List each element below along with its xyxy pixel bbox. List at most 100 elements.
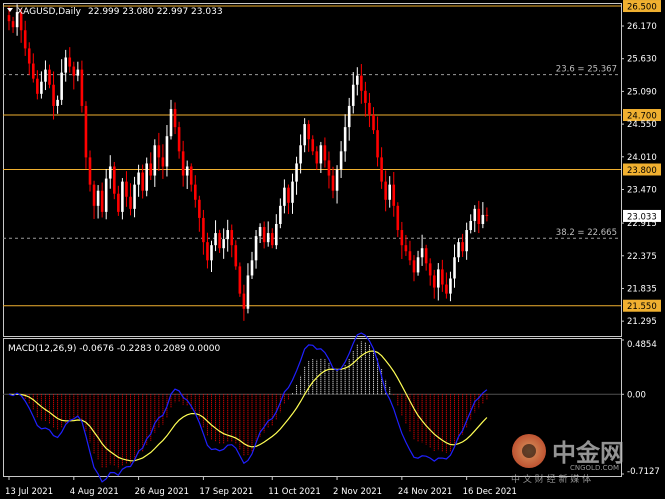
candle-body	[194, 184, 197, 200]
candle-body	[48, 69, 51, 85]
candle-body	[311, 139, 315, 152]
candle-body	[129, 196, 132, 209]
candle-body	[64, 57, 67, 73]
candle-body	[52, 84, 55, 106]
candle-body	[206, 242, 209, 261]
candle-body	[80, 69, 84, 106]
candle-body	[76, 69, 80, 76]
watermark-url: CNGOLD.COM	[570, 464, 619, 472]
candle-body	[327, 160, 331, 176]
candle-body	[445, 284, 448, 294]
candle-body	[303, 124, 306, 146]
time-tick-label: 13 Jul 2021	[5, 487, 53, 497]
candle-body	[319, 145, 323, 164]
candle-body	[258, 227, 262, 237]
candle-body	[368, 102, 371, 116]
candle-body	[100, 190, 104, 212]
candle-body	[32, 63, 35, 79]
menu-triangle-icon[interactable]	[7, 8, 13, 12]
candle-body	[279, 205, 282, 224]
candle-body	[238, 266, 242, 294]
time-tick-label: 24 Nov 2021	[398, 487, 452, 497]
candle-body	[347, 105, 351, 128]
candle-body	[88, 157, 92, 185]
candle-body	[185, 166, 189, 176]
candle-body	[457, 242, 460, 258]
candle-body	[157, 145, 161, 158]
candle-body	[266, 233, 270, 243]
watermark: 中金网 CNGOLD.COM 中 文 财 经 新 媒 体	[511, 434, 624, 485]
candle-body	[270, 233, 274, 246]
candle-body	[254, 236, 258, 261]
candle-body	[356, 75, 359, 85]
candle-body	[473, 208, 477, 221]
candle-body	[11, 21, 15, 28]
candle-body	[60, 72, 63, 100]
candle-body	[323, 145, 327, 161]
macd-label: MACD(12,26,9) -0.0676 -0.2283 0.2089 0.0…	[8, 344, 221, 354]
time-tick-label: 4 Aug 2021	[70, 487, 119, 497]
candle-body	[169, 108, 173, 137]
candle-body	[461, 242, 464, 252]
candle-body	[412, 260, 416, 273]
symbol-label: XAGUSD,Daily	[17, 7, 82, 17]
candle-body	[23, 30, 27, 49]
candle-body	[262, 227, 266, 243]
candle-body	[117, 193, 120, 212]
candle-body	[372, 115, 375, 131]
ohlc-label: 22.999 23.080 22.997 23.033	[88, 7, 223, 17]
candle-body	[198, 199, 201, 218]
candle-body	[246, 275, 250, 309]
candle-body	[113, 166, 116, 194]
candle-body	[177, 127, 181, 152]
candle-body	[141, 172, 144, 191]
candle-body	[133, 184, 136, 209]
time-tick-label: 16 Dec 2021	[463, 487, 517, 497]
candle-body	[299, 145, 302, 164]
macd-tick-label: 0.00	[627, 390, 646, 400]
price-tick-label: 24.550	[627, 120, 657, 130]
candle-body	[343, 127, 347, 152]
fibonacci-label: 23.6 = 25.367	[556, 65, 617, 75]
candle-body	[27, 48, 31, 64]
candle-body	[92, 184, 96, 206]
candle-body	[72, 66, 76, 76]
candle-body	[339, 151, 343, 170]
candle-body	[469, 220, 472, 231]
candle-body	[432, 275, 436, 288]
price-tick-label: 23.470	[627, 185, 657, 195]
candle-body	[218, 233, 221, 249]
candle-body	[153, 145, 157, 176]
candle-body	[84, 105, 88, 158]
macd-main-line	[8, 332, 488, 483]
candle-body	[56, 99, 59, 106]
candle-body	[149, 163, 153, 176]
candle-body	[376, 130, 379, 158]
candle-body	[104, 178, 108, 212]
candle-body	[315, 151, 319, 164]
candle-body	[250, 260, 254, 276]
candle-body	[40, 81, 43, 94]
price-tick-label: 24.010	[627, 153, 657, 163]
candle-body	[453, 257, 456, 279]
price-tick-label: 22.375	[627, 252, 657, 262]
candle-body	[68, 57, 72, 67]
candle-body	[364, 90, 367, 103]
candle-body	[424, 248, 428, 264]
last-price-label: 23.033	[627, 212, 657, 222]
horizontal-levels: 26.50024.70023.80021.55023.6 = 25.36738.…	[3, 0, 661, 312]
candle-body	[384, 181, 387, 200]
time-tick-label: 11 Oct 2021	[268, 487, 321, 497]
candle-body	[44, 69, 47, 82]
candle-body	[165, 136, 169, 167]
candle-body	[408, 251, 412, 261]
price-tick-label: 26.170	[627, 22, 657, 32]
candle-body	[291, 181, 294, 203]
candle-body	[465, 230, 468, 252]
candle-body	[7, 15, 11, 22]
candle-body	[226, 230, 229, 240]
candle-body	[428, 263, 432, 276]
candle-body	[222, 239, 225, 249]
macd-tick-label: 0.4854	[627, 340, 657, 350]
time-axis: 13 Jul 2021 4 Aug 2021 26 Aug 2021 17 Sep 2…	[5, 476, 517, 497]
